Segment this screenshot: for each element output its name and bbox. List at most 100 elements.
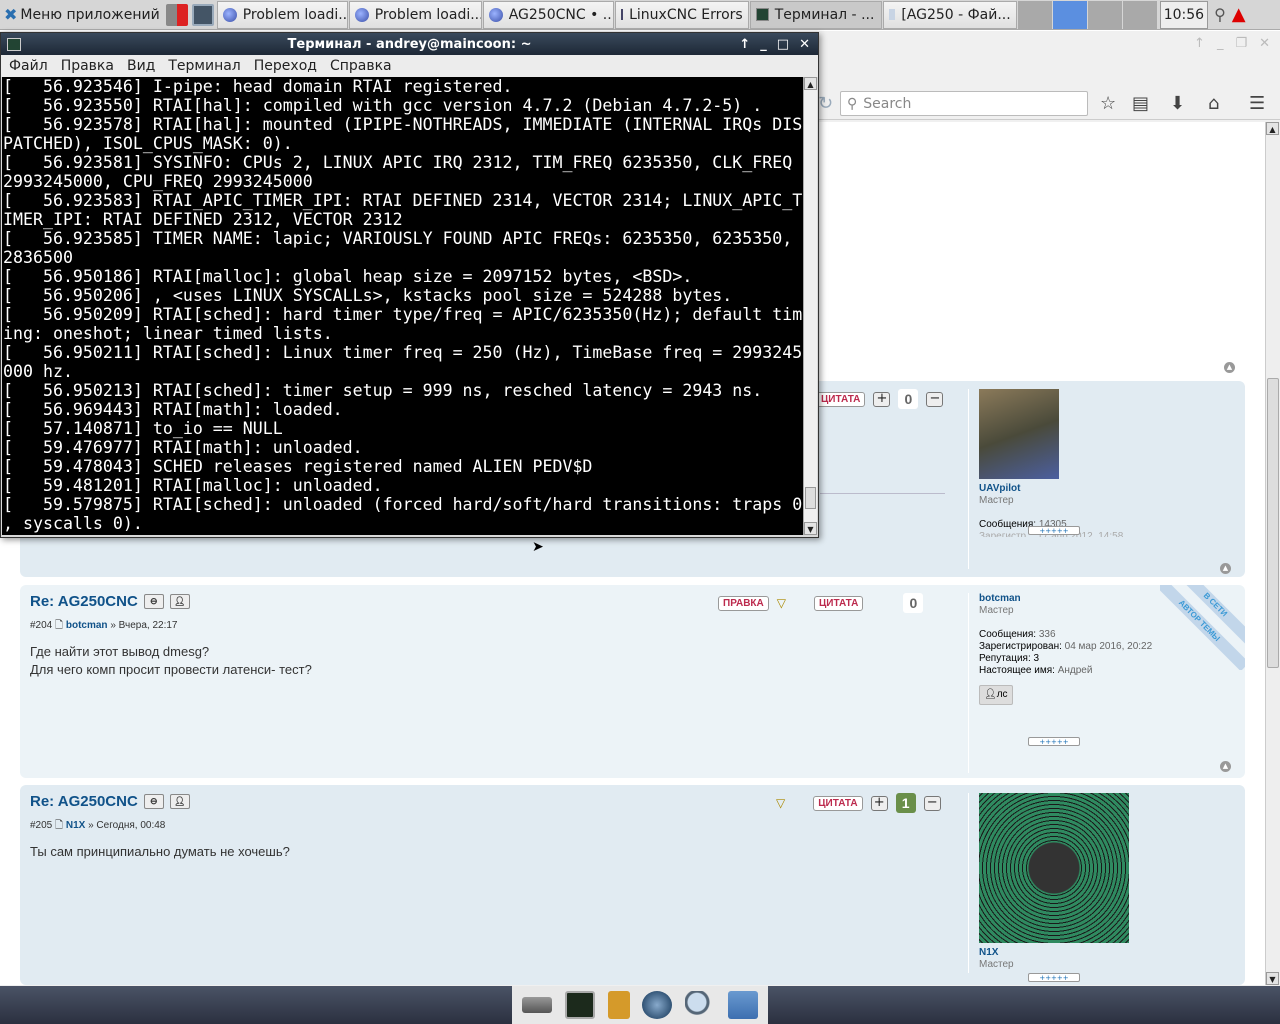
vote-up-button[interactable]: + [873,391,891,407]
profile-expand-button[interactable]: +++++ [1028,737,1080,746]
vote-down-button[interactable]: − [923,795,941,811]
maximize-icon[interactable]: ❐ [1235,36,1247,51]
scroll-down-arrow[interactable]: ▼ [1266,972,1279,985]
profile-expand-button[interactable]: +++++ [1028,973,1080,982]
network-icon[interactable]: ⚲ [1214,5,1226,24]
clock[interactable]: 10:56 [1159,0,1209,29]
workspace-1[interactable] [1017,0,1052,29]
show-desktop-icon[interactable] [522,997,553,1013]
terminal-menu-item[interactable]: Терминал [168,58,240,74]
menu-icon[interactable]: ☰ [1249,93,1265,114]
terminal-line: [ 56.923578] RTAI[hal]: mounted (IPIPE-N… [3,115,803,134]
back-to-top-icon[interactable]: ▲ [1220,563,1231,574]
search-input[interactable]: ⚲ Search [840,91,1088,116]
post-number[interactable]: #205 [30,820,52,831]
link-icon[interactable]: ⊖ [143,594,164,609]
warning-icon[interactable]: ▲ [1232,4,1246,25]
post-number[interactable]: #204 [30,620,52,631]
folder-icon[interactable] [727,991,758,1019]
scroll-down-arrow[interactable]: ▼ [804,522,817,535]
screenshot-icon[interactable] [191,3,214,26]
avatar[interactable] [979,793,1129,943]
terminal-scrollbar[interactable]: ▲ ▼ [803,77,817,535]
edit-button[interactable]: ПРАВКА [718,595,769,611]
launcher-bar [512,986,768,1024]
vote-down-button[interactable]: − [926,391,944,407]
username-link[interactable]: UAVpilot [979,483,1123,495]
reload-icon[interactable]: ↻ [818,93,833,114]
minimize-icon[interactable]: _ [760,37,767,52]
app-menu-button[interactable]: ✖ Меню приложений [0,0,164,30]
post-author-link[interactable]: botcman [66,620,108,631]
post-date: » Вчера, 22:17 [110,620,178,631]
task-problem-loading-2[interactable]: Problem loadi... [348,0,482,29]
terminal-menu-item[interactable]: Вид [127,58,155,74]
file-cabinet-icon[interactable] [607,991,630,1019]
scrollbar-thumb[interactable] [805,487,816,509]
terminal-launcher-icon[interactable] [564,991,595,1019]
username-link[interactable]: N1X [979,947,1129,959]
minimize-icon[interactable]: _ [1217,36,1224,51]
divider [820,493,945,494]
terminal-menu-item[interactable]: Файл [9,58,48,74]
avatar[interactable] [979,389,1059,479]
terminal-output[interactable]: [ 56.923546] I-pipe: head domain RTAI re… [2,77,804,535]
task-linuxcnc-errors[interactable]: LinuxCNC Errors [614,0,749,29]
forum-post-205: Re: AG250CNC ⊖ 👤︎ #205 🗋︎ N1X » Сегодня, 0… [20,785,1245,985]
user-icon[interactable]: 👤︎ [169,794,190,809]
user-ribbon: В СЕТИ АВТОР ТЕМЫ [1160,585,1245,670]
post-text-line: Для чего комп просит провести латенси- т… [30,662,312,677]
terminal-titlebar[interactable]: Терминал - andrey@maincoon: ~ ↑ _ □ ✕ [1,33,818,55]
task-problem-loading-1[interactable]: Problem loadi... [216,0,348,29]
close-icon[interactable]: ✕ [799,37,810,52]
pm-button[interactable]: 👤︎ЛС [979,685,1013,705]
post-title[interactable]: Re: AG250CNC [30,593,138,610]
task-file-manager[interactable]: [AG250 - Фай... [882,0,1017,29]
search-icon[interactable] [684,991,715,1019]
window-icon [620,9,624,20]
profile-expand-button[interactable]: +++++ [1028,526,1080,535]
task-ag250cnc[interactable]: AG250CNC • ... [482,0,614,29]
terminal-menu-item[interactable]: Переход [254,58,317,74]
terminal-line: [ 59.476977] RTAI[math]: unloaded. [3,438,363,457]
terminal-menu-item[interactable]: Правка [61,58,114,74]
report-icon[interactable]: ▽ [777,596,786,610]
post-title[interactable]: Re: AG250CNC [30,793,138,810]
page-scrollbar[interactable]: ▲ ▼ [1265,122,1280,985]
shade-icon[interactable]: ↑ [1194,36,1205,51]
web-browser-icon[interactable] [642,991,673,1019]
logout-icon[interactable] [165,3,188,26]
workspace-3[interactable] [1087,0,1122,29]
close-icon[interactable]: ✕ [1259,36,1270,51]
home-icon[interactable]: ⌂ [1208,93,1219,114]
report-icon[interactable]: ▽ [776,796,785,810]
username-link[interactable]: botcman [979,593,1152,605]
vote-up-button[interactable]: + [870,795,888,811]
quote-button[interactable]: ЦИТАТА [816,391,866,407]
firefox-icon [222,7,237,22]
scroll-up-arrow[interactable]: ▲ [1266,122,1279,135]
task-label: LinuxCNC Errors [629,6,743,23]
task-terminal[interactable]: Терминал - ... [749,0,882,29]
post-author-link[interactable]: N1X [66,820,85,831]
back-to-top-icon[interactable]: ▲ [1220,761,1231,772]
back-to-top-icon[interactable]: ▲ [1224,362,1235,373]
download-icon[interactable]: ⬇ [1170,93,1185,114]
maximize-icon[interactable]: □ [777,37,789,52]
user-icon[interactable]: 👤︎ [169,594,190,609]
scroll-up-arrow[interactable]: ▲ [804,77,817,90]
quote-button[interactable]: ЦИТАТА [813,595,864,611]
terminal-menu-item[interactable]: Справка [330,58,392,74]
workspace-4[interactable] [1122,0,1157,29]
link-icon[interactable]: ⊖ [143,794,164,809]
user-rank: Мастер [979,495,1014,506]
terminal-line: [ 56.950211] RTAI[sched]: Linux timer fr… [3,343,803,362]
terminal-line: 2993245000, CPU_FREQ 2993245000 [3,172,313,191]
shade-icon[interactable]: ↑ [739,37,750,52]
quote-button[interactable]: ЦИТАТА [813,795,863,811]
workspace-2[interactable] [1052,0,1087,29]
scrollbar-thumb[interactable] [1267,378,1279,668]
reading-list-icon[interactable]: ▤ [1132,93,1149,114]
realname: Андрей [1057,665,1093,676]
bookmark-star-icon[interactable]: ☆ [1100,93,1116,114]
